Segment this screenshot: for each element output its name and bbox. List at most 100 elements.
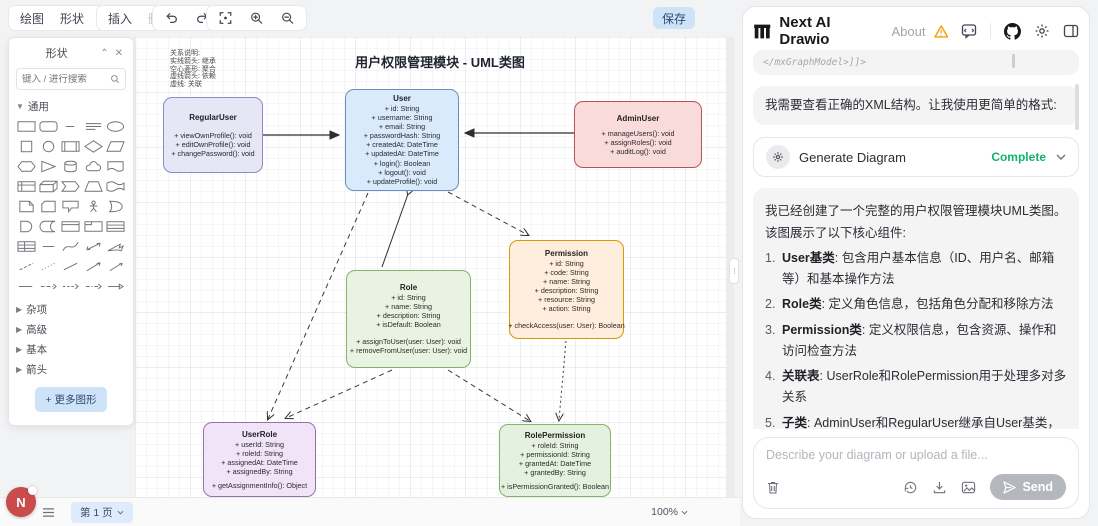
shape-internal-storage-icon[interactable] xyxy=(16,178,36,195)
uml-class-permission[interactable]: Permission + id: String + code: String +… xyxy=(508,240,625,339)
settings-gear-icon[interactable] xyxy=(1034,23,1050,39)
shape-textbox-icon[interactable] xyxy=(83,118,103,135)
zoom-out-icon[interactable] xyxy=(273,8,302,28)
history-icon[interactable] xyxy=(903,480,918,495)
fit-page-icon[interactable] xyxy=(211,8,240,28)
shape-solid-arrow-icon[interactable] xyxy=(106,278,126,295)
shape-tape-icon[interactable] xyxy=(106,178,126,195)
shape-triangle-icon[interactable] xyxy=(38,158,58,175)
shape-arrow-icon[interactable] xyxy=(106,238,126,255)
undo-icon[interactable] xyxy=(157,8,186,28)
shape-horizontal-line-icon[interactable] xyxy=(38,238,58,255)
class-attr: + passwordHash: String xyxy=(363,131,441,140)
shape-dashed-line-icon[interactable] xyxy=(16,258,36,275)
shape-parallelogram-icon[interactable] xyxy=(106,138,126,155)
shape-ellipse-icon[interactable] xyxy=(106,118,126,135)
toolbar-zoom xyxy=(206,5,307,31)
shape-circle-icon[interactable] xyxy=(38,138,58,155)
zoom-level-control[interactable]: 100% xyxy=(651,506,688,518)
tool-call-card[interactable]: Generate Diagram Complete xyxy=(753,137,1079,178)
class-method: + manageUsers(): void xyxy=(601,128,675,138)
shape-list-icon[interactable] xyxy=(106,218,126,235)
shape-actor-icon[interactable] xyxy=(83,198,103,215)
xml-code-snippet[interactable]: </mxGraphModel>]]> xyxy=(753,50,1079,75)
uml-class-adminuser[interactable]: AdminUser + manageUsers(): void + assign… xyxy=(574,101,702,168)
shape-or-icon[interactable] xyxy=(106,198,126,215)
shape-cube-icon[interactable] xyxy=(38,178,58,195)
trash-icon[interactable] xyxy=(766,480,780,495)
shape-cylinder-icon[interactable] xyxy=(61,158,81,175)
zoom-in-icon[interactable] xyxy=(242,8,271,28)
code-scrollbar-thumb[interactable] xyxy=(1012,54,1015,68)
uml-class-user[interactable]: User + id: String + username: String + e… xyxy=(345,89,459,191)
shape-square-icon[interactable] xyxy=(16,138,36,155)
insert-button[interactable]: 插入 xyxy=(101,7,139,30)
shape-container-icon[interactable] xyxy=(61,218,81,235)
shape-diamond-icon[interactable] xyxy=(83,138,103,155)
shape-note-icon[interactable] xyxy=(16,198,36,215)
uml-class-rolepermission[interactable]: RolePermission + roleId: String + permis… xyxy=(499,424,611,497)
more-shapes-button[interactable]: + 更多图形 xyxy=(35,387,107,412)
prompt-input[interactable] xyxy=(766,448,1066,462)
warning-icon[interactable] xyxy=(933,24,949,38)
section-basic[interactable]: ▶ 基本 xyxy=(16,339,126,359)
pages-menu-icon[interactable] xyxy=(42,507,55,518)
avatar[interactable]: N xyxy=(6,486,37,517)
menu-shape[interactable]: 形状 xyxy=(53,7,91,30)
shape-text-icon[interactable] xyxy=(61,118,81,135)
collapse-icon[interactable]: ⌃ xyxy=(97,48,111,59)
section-misc[interactable]: ▶ 杂项 xyxy=(16,299,126,319)
class-attr: + id: String xyxy=(391,293,426,302)
shape-dashdot-arrow-icon[interactable] xyxy=(83,278,103,295)
save-button[interactable]: 保存 xyxy=(653,7,695,29)
uml-class-userrole[interactable]: UserRole + userId: String + roleId: Stri… xyxy=(203,422,316,497)
legend-line: 关系说明: xyxy=(170,50,200,57)
shape-search-input[interactable] xyxy=(22,73,110,85)
uml-class-regularuser[interactable]: RegularUser + viewOwnProfile(): void + e… xyxy=(163,97,263,173)
section-arrows[interactable]: ▶ 箭头 xyxy=(16,359,126,379)
class-attr: + name: String xyxy=(385,302,432,311)
chat-scroll-area[interactable]: </mxGraphModel>]]> 我需要查看正确的XML结构。让我使用更简单… xyxy=(753,50,1079,429)
close-icon[interactable]: ✕ xyxy=(112,48,126,59)
shape-step-icon[interactable] xyxy=(61,178,81,195)
shape-directional-arrow-icon[interactable] xyxy=(83,258,103,275)
shape-trapezoid-icon[interactable] xyxy=(83,178,103,195)
shape-table-icon[interactable] xyxy=(16,238,36,255)
shape-dashed-arrow-icon[interactable] xyxy=(38,278,58,295)
shape-data-storage-icon[interactable] xyxy=(38,218,58,235)
section-general[interactable]: ▼ 通用 xyxy=(16,96,126,116)
download-icon[interactable] xyxy=(932,480,947,495)
panel-resize-handle[interactable]: ⁞ xyxy=(729,258,739,284)
send-button[interactable]: Send xyxy=(990,474,1066,500)
menu-draw[interactable]: 绘图 xyxy=(13,7,51,30)
chat-scrollbar-thumb[interactable] xyxy=(1075,84,1079,130)
shape-curve-icon[interactable] xyxy=(61,238,81,255)
shape-line-icon[interactable] xyxy=(61,258,81,275)
shape-rounded-rectangle-icon[interactable] xyxy=(38,118,58,135)
chevron-down-icon[interactable] xyxy=(1056,154,1066,161)
about-link[interactable]: About xyxy=(892,24,926,39)
panel-toggle-icon[interactable] xyxy=(1063,23,1079,39)
uml-class-role[interactable]: Role + id: String + name: String + descr… xyxy=(346,270,471,368)
shape-frame-icon[interactable] xyxy=(83,218,103,235)
shape-process-icon[interactable] xyxy=(61,138,81,155)
github-icon[interactable] xyxy=(1004,22,1022,40)
shape-callout-icon[interactable] xyxy=(61,198,81,215)
shape-rectangle-icon[interactable] xyxy=(16,118,36,135)
shape-card-icon[interactable] xyxy=(38,198,58,215)
feedback-icon[interactable] xyxy=(961,23,977,39)
image-icon[interactable] xyxy=(961,480,976,495)
shape-thin-arrow-icon[interactable] xyxy=(106,258,126,275)
shape-hexagon-icon[interactable] xyxy=(16,158,36,175)
section-advanced[interactable]: ▶ 高级 xyxy=(16,319,126,339)
page-tab[interactable]: 第 1 页 xyxy=(71,501,133,523)
shape-dotted-line-icon[interactable] xyxy=(38,258,58,275)
shape-search[interactable] xyxy=(16,68,126,90)
shape-bidirectional-arrow-icon[interactable] xyxy=(83,238,103,255)
shape-cloud-icon[interactable] xyxy=(83,158,103,175)
shape-bold-link-icon[interactable] xyxy=(16,278,36,295)
shape-document-icon[interactable] xyxy=(106,158,126,175)
shape-and-icon[interactable] xyxy=(16,218,36,235)
shapes-panel-title: 形状 xyxy=(45,48,68,60)
shape-dashed-arrow-2-icon[interactable] xyxy=(61,278,81,295)
